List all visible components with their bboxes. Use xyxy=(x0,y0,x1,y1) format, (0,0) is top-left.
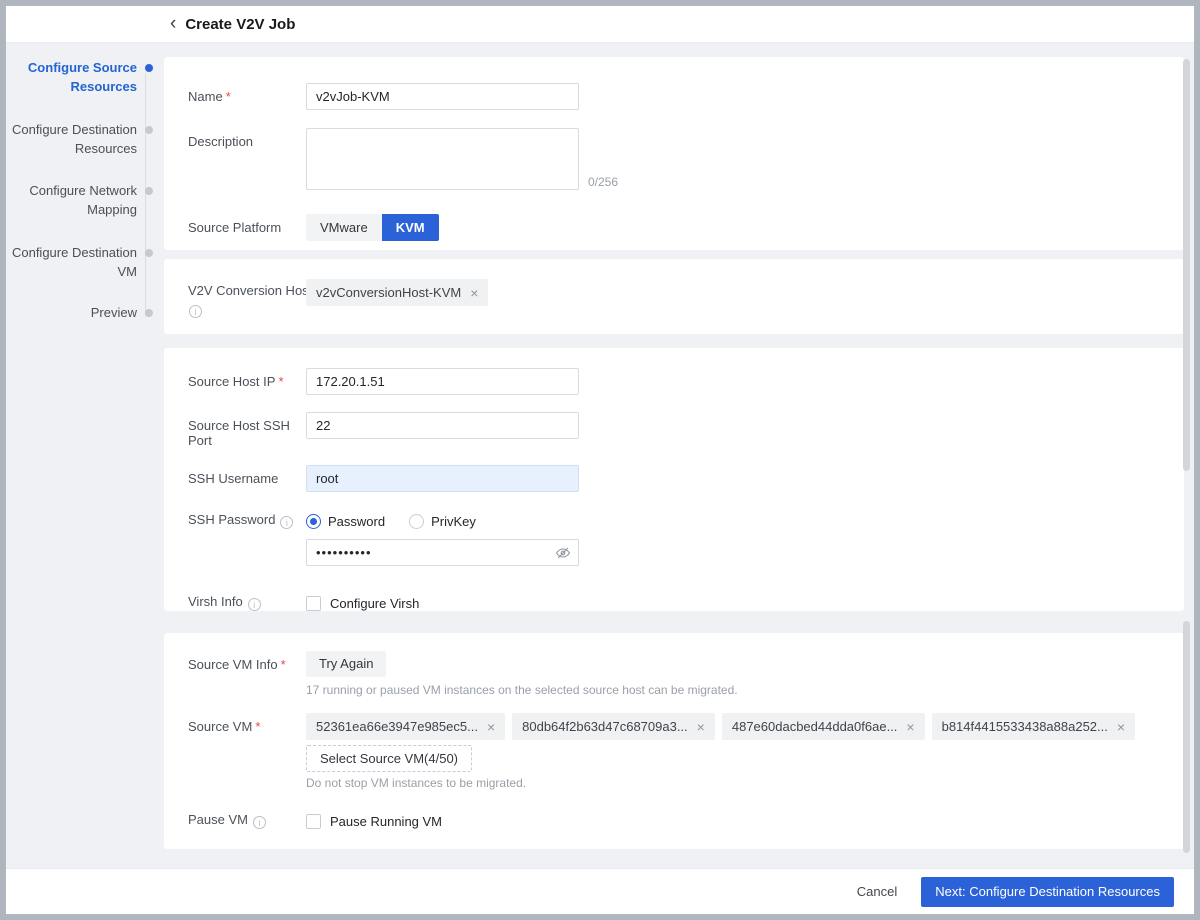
info-icon[interactable]: i xyxy=(252,816,266,829)
step-dot xyxy=(145,64,153,72)
radio-label: Password xyxy=(328,513,386,529)
ssh-username-input[interactable] xyxy=(306,465,579,492)
pause-running-vm-checkbox[interactable] xyxy=(306,813,321,829)
step-label: Preview xyxy=(90,305,137,320)
cancel-button[interactable]: Cancel xyxy=(857,884,897,899)
source-vm-tag: 80db64f2b63d47c68709a3... × xyxy=(512,713,715,740)
content-area: Configure Source Resources Configure Des… xyxy=(6,43,1194,868)
close-icon[interactable]: × xyxy=(697,720,705,734)
tag-label: 487e60dacbed44dda0f6ae... xyxy=(731,719,898,734)
radio-dot xyxy=(306,513,321,529)
char-counter: 0/256 xyxy=(588,175,619,189)
app-window: ‹ Create V2V Job Configure Source Resour… xyxy=(0,0,1200,920)
tag-label: 52361ea66e3947e985ec5... xyxy=(316,719,478,734)
required-mark: * xyxy=(280,657,286,672)
info-icon[interactable]: i xyxy=(189,305,202,318)
step-configure-destination-vm[interactable]: Configure Destination VM xyxy=(6,243,153,281)
step-dot xyxy=(145,126,153,134)
step-label: Configure Source Resources xyxy=(27,60,137,94)
source-vm-hint: Do not stop VM instances to be migrated. xyxy=(306,776,527,790)
radio-privkey[interactable]: PrivKey xyxy=(409,513,476,529)
page-header: ‹ Create V2V Job xyxy=(6,6,1194,43)
footer-action-bar: Cancel Next: Configure Destination Resou… xyxy=(6,868,1194,914)
step-configure-destination-resources[interactable]: Configure Destination Resources xyxy=(6,120,153,158)
ssh-password-label: SSH Password i xyxy=(164,509,306,529)
ssh-port-input[interactable] xyxy=(306,412,579,439)
close-icon[interactable]: × xyxy=(906,720,914,734)
step-label: Configure Network Mapping xyxy=(29,183,137,217)
tag-label: v2vConversionHost-KVM xyxy=(316,285,462,300)
source-vm-tag: 52361ea66e3947e985ec5... × xyxy=(306,713,506,740)
configure-virsh-checkbox[interactable] xyxy=(306,595,321,611)
source-vm-tag: b814f4415533438a88a252... × xyxy=(931,713,1136,740)
ssh-password-input[interactable] xyxy=(306,539,579,566)
card-conversion-host: V2V Conversion Host* i v2vConversionHost… xyxy=(164,259,1184,334)
pause-vm-label: Pause VM i xyxy=(164,808,306,829)
step-dot xyxy=(145,187,153,195)
source-vm-label: Source VM * xyxy=(188,719,261,734)
source-platform-toggle: VMware KVM xyxy=(306,214,1184,241)
configure-virsh-checkbox-label: Configure Virsh xyxy=(330,595,420,611)
description-textarea[interactable] xyxy=(306,128,579,190)
description-label: Description xyxy=(188,134,254,149)
scrollbar-thumb[interactable] xyxy=(1183,621,1190,853)
step-configure-network-mapping[interactable]: Configure Network Mapping xyxy=(6,181,153,219)
radio-label: PrivKey xyxy=(431,513,476,529)
source-host-ip-label: Source Host IP * xyxy=(188,374,284,389)
close-icon[interactable]: × xyxy=(487,720,495,734)
name-input[interactable] xyxy=(306,83,579,110)
step-preview[interactable]: Preview xyxy=(6,303,153,322)
required-mark: * xyxy=(225,89,231,104)
info-icon[interactable]: i xyxy=(247,598,261,611)
ssh-auth-radio-group: Password PrivKey xyxy=(306,511,1184,531)
radio-dot xyxy=(409,513,425,529)
required-mark: * xyxy=(278,374,284,389)
step-dot xyxy=(145,309,153,317)
platform-option-kvm[interactable]: KVM xyxy=(381,214,439,241)
virsh-info-label: Virsh Info i xyxy=(164,590,306,611)
source-vm-info-hint: 17 running or paused VM instances on the… xyxy=(306,683,738,697)
eye-slash-icon[interactable] xyxy=(555,545,571,566)
ssh-port-label: Source Host SSH Port xyxy=(188,418,290,448)
radio-password[interactable]: Password xyxy=(306,513,386,529)
source-vm-info-label: Source VM Info * xyxy=(188,657,286,672)
required-mark: * xyxy=(255,719,261,734)
conversion-host-tag: v2vConversionHost-KVM × xyxy=(306,279,489,306)
pause-running-vm-checkbox-label: Pause Running VM xyxy=(330,813,443,829)
close-icon[interactable]: × xyxy=(470,286,478,300)
next-button[interactable]: Next: Configure Destination Resources xyxy=(921,876,1174,907)
source-host-ip-input[interactable] xyxy=(306,368,579,395)
card-source-vm: Source VM Info * Try Again 17 running or … xyxy=(164,633,1184,849)
platform-option-vmware[interactable]: VMware xyxy=(306,214,382,241)
step-dot xyxy=(145,249,153,257)
page-title: Create V2V Job xyxy=(185,15,296,33)
close-icon[interactable]: × xyxy=(1117,720,1125,734)
name-label: Name * xyxy=(188,89,231,104)
select-source-vm-button[interactable]: Select Source VM(4/50) xyxy=(306,745,473,772)
source-vm-tag: 487e60dacbed44dda0f6ae... × xyxy=(721,713,925,740)
scrollbar-thumb[interactable] xyxy=(1183,59,1190,471)
ssh-username-label: SSH Username xyxy=(188,471,279,486)
card-ssh-credentials: Source Host IP* Source Host SSH Port SSH… xyxy=(164,348,1184,611)
tag-label: 80db64f2b63d47c68709a3... xyxy=(522,719,688,734)
try-again-button[interactable]: Try Again xyxy=(306,651,387,677)
back-icon[interactable]: ‹ xyxy=(170,14,176,33)
source-vm-tags: 52361ea66e3947e985ec5... × 80db64f2b63d4… xyxy=(306,713,1184,740)
card-basic-info: Name* Description 0/256 xyxy=(164,57,1184,250)
step-sidebar: Configure Source Resources Configure Des… xyxy=(6,43,164,868)
source-platform-label: Source Platform xyxy=(188,220,282,235)
step-label: Configure Destination Resources xyxy=(11,122,137,156)
info-icon[interactable]: i xyxy=(280,516,294,529)
tag-label: b814f4415533438a88a252... xyxy=(941,719,1108,734)
step-label: Configure Destination VM xyxy=(11,245,137,279)
step-configure-source-resources[interactable]: Configure Source Resources xyxy=(6,58,153,96)
